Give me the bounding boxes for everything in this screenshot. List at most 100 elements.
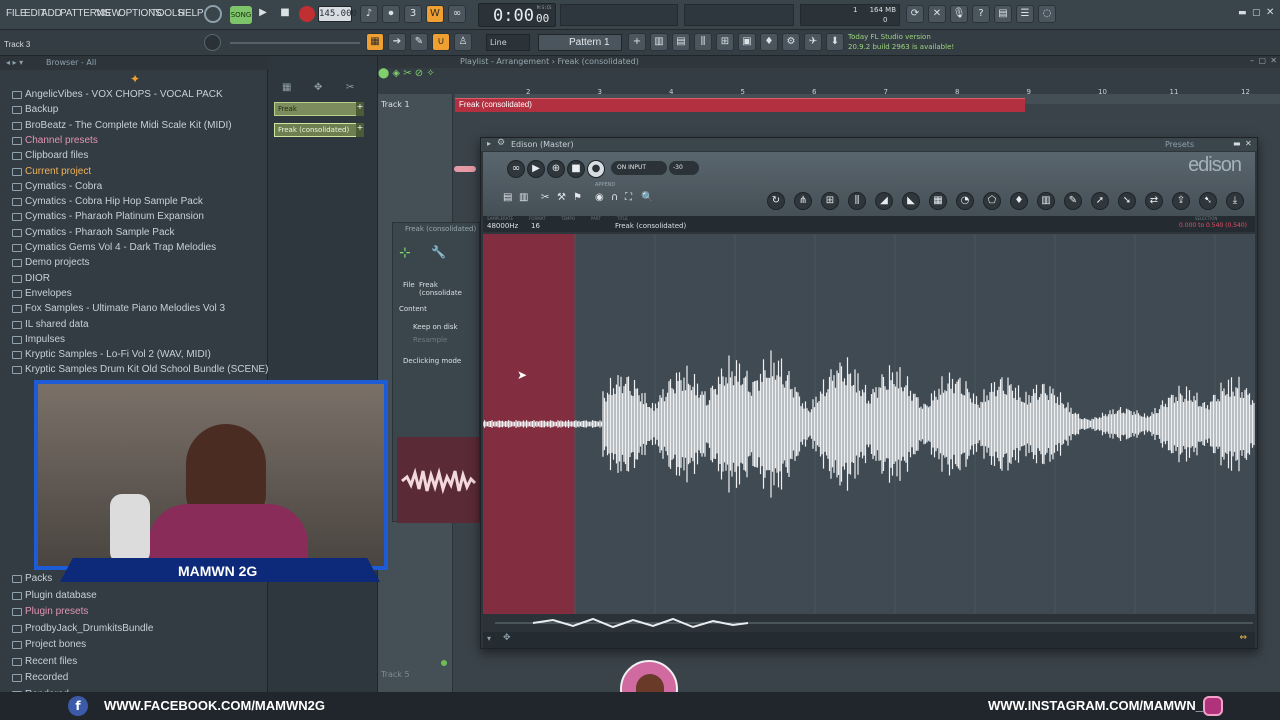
clip-add-icon[interactable]: +: [356, 102, 364, 116]
browser-item[interactable]: Plugin presets: [0, 605, 268, 620]
browser-item[interactable]: ProdbyJack_DrumkitsBundle: [0, 622, 268, 637]
plugin-picker-icon[interactable]: ♦: [760, 33, 778, 51]
microphone-icon[interactable]: 🎙: [950, 5, 968, 23]
browser-item[interactable]: Clipboard files: [0, 149, 268, 164]
playlist-maximize-icon[interactable]: ▢: [1258, 56, 1266, 65]
picker-scissor-icon[interactable]: ✂: [346, 82, 354, 93]
playlist-minimize-icon[interactable]: –: [1250, 56, 1254, 65]
expand-icon[interactable]: ⛶: [625, 192, 632, 203]
cursor-icon[interactable]: ➚: [1091, 192, 1109, 210]
track-5-label[interactable]: Track 5: [381, 670, 410, 679]
select-icon[interactable]: ➘: [1118, 192, 1136, 210]
export-icon[interactable]: ⇪: [1172, 192, 1190, 210]
picker-arrows-icon[interactable]: ✥: [314, 82, 322, 93]
browser-item[interactable]: Kryptic Samples - Lo-Fi Vol 2 (WAV, MIDI…: [0, 348, 268, 363]
envelope-tool-icon[interactable]: ⬠: [983, 192, 1001, 210]
playlist-tools[interactable]: ⬤ ◈ ✂ ⊘ ✧: [378, 68, 458, 92]
browser-star-icon[interactable]: ✦: [130, 72, 140, 86]
reverse-icon[interactable]: ↻: [767, 192, 785, 210]
drag-icon[interactable]: ➷: [1199, 192, 1217, 210]
edison-minimize-icon[interactable]: ▬: [1233, 139, 1241, 148]
browser-item[interactable]: Cymatics - Pharaoh Sample Pack: [0, 226, 268, 241]
save-icon[interactable]: ▤: [994, 5, 1012, 23]
threshold-db[interactable]: -30: [669, 161, 699, 175]
piano-roll-icon[interactable]: ▤: [672, 33, 690, 51]
browser-item[interactable]: Channel presets: [0, 134, 268, 149]
clip-freak[interactable]: Freak: [274, 102, 364, 116]
filename-value[interactable]: Freak (consolidated): [615, 222, 686, 230]
panic-icon[interactable]: ✕: [928, 5, 946, 23]
spectral-icon[interactable]: ▦: [929, 192, 947, 210]
save-sample-icon[interactable]: ▤: [503, 192, 512, 203]
window-maximize-icon[interactable]: ▢: [1252, 8, 1261, 18]
envelope-icon[interactable]: ⊹: [399, 245, 411, 261]
metronome-icon[interactable]: ♪: [360, 5, 378, 23]
browser-title[interactable]: Browser - All: [46, 58, 96, 67]
edison-gear-icon[interactable]: ⚙: [497, 138, 505, 148]
stamp-icon[interactable]: ♙: [454, 33, 472, 51]
send-icon[interactable]: ⤓: [1226, 192, 1244, 210]
master-pitch-slider[interactable]: [230, 42, 360, 44]
browser-item[interactable]: IL shared data: [0, 318, 268, 333]
news-panel[interactable]: Today FL Studio version 20.9.2 build 296…: [848, 32, 956, 54]
add-pattern-icon[interactable]: +: [628, 33, 646, 51]
browser-item[interactable]: DIOR: [0, 272, 268, 287]
playlist-icon[interactable]: ▥: [650, 33, 668, 51]
on-input-toggle[interactable]: ON INPUT: [611, 161, 667, 175]
blur-icon[interactable]: ▥: [1037, 192, 1055, 210]
edison-arrow-icon[interactable]: ▸: [487, 139, 491, 148]
edison-play-icon[interactable]: ▶: [527, 160, 545, 178]
step-seq-icon[interactable]: ▦: [366, 33, 384, 51]
browser-item[interactable]: Cymatics - Cobra: [0, 180, 268, 195]
zoom-icon[interactable]: 🔍: [641, 192, 653, 203]
swap-icon[interactable]: ⇄: [1145, 192, 1163, 210]
refresh-icon[interactable]: ⟳: [906, 5, 924, 23]
browser-item[interactable]: Recorded: [0, 671, 268, 686]
tempo-display[interactable]: 145.000: [318, 6, 357, 22]
arrow-icon[interactable]: ➔: [388, 33, 406, 51]
browser-item[interactable]: Project bones: [0, 638, 268, 653]
song-mode-button[interactable]: SONG: [230, 6, 252, 24]
fade-out-icon[interactable]: ◣: [902, 192, 920, 210]
play-button[interactable]: ▶: [254, 5, 272, 23]
tools-wrench-icon[interactable]: ⚒: [557, 192, 566, 203]
declicking-label[interactable]: Declicking mode: [403, 357, 461, 365]
append-toggle[interactable]: APPEND: [595, 182, 615, 188]
pen-icon[interactable]: ✎: [1064, 192, 1082, 210]
waveform-area[interactable]: ➤: [483, 234, 1255, 614]
browser-item[interactable]: Fox Samples - Ultimate Piano Melodies Vo…: [0, 302, 268, 317]
footer-swap-icon[interactable]: ⇔: [1239, 633, 1247, 643]
menu-add[interactable]: ADD: [41, 8, 62, 19]
eq-icon[interactable]: ⫼: [848, 192, 866, 210]
loop-region-icon[interactable]: ∩: [611, 192, 618, 203]
help-icon[interactable]: ?: [972, 5, 990, 23]
window-close-icon[interactable]: ✕: [1266, 7, 1274, 18]
browser-item[interactable]: Plugin database: [0, 589, 268, 604]
edison-record-icon[interactable]: ●: [587, 160, 605, 178]
edison-close-icon[interactable]: ✕: [1245, 139, 1252, 148]
align-icon[interactable]: ⊞: [821, 192, 839, 210]
browser-item[interactable]: Demo projects: [0, 256, 268, 271]
tempo-tapper-icon[interactable]: ✈: [804, 33, 822, 51]
track-5-led[interactable]: [441, 660, 447, 666]
mixer-icon[interactable]: ☰: [1016, 5, 1034, 23]
cut-icon[interactable]: ✂: [541, 192, 549, 203]
browser-item[interactable]: Backup: [0, 103, 268, 118]
browser-item[interactable]: Cymatics Gems Vol 4 - Dark Trap Melodies: [0, 241, 268, 256]
record-button[interactable]: [299, 6, 315, 22]
timer-icon[interactable]: ◔: [956, 192, 974, 210]
footer-move-icon[interactable]: ✥: [503, 633, 511, 643]
wait-input-icon[interactable]: ⏺: [382, 5, 400, 23]
browser-icon[interactable]: ▣: [738, 33, 756, 51]
tune-icon[interactable]: ⋔: [794, 192, 812, 210]
pencil-icon[interactable]: ✎: [410, 33, 428, 51]
playlist-close-icon[interactable]: ✕: [1270, 56, 1277, 65]
browser-item[interactable]: Cymatics - Cobra Hip Hop Sample Pack: [0, 195, 268, 210]
clip-fade-handle[interactable]: [454, 166, 476, 172]
mixer-window-icon[interactable]: ⫼: [694, 33, 712, 51]
file-value[interactable]: Freak (consolidate: [419, 281, 479, 297]
pat-song-knob[interactable]: [204, 5, 222, 23]
magnet-icon[interactable]: ∪: [432, 33, 450, 51]
listen-icon[interactable]: ◉: [595, 192, 604, 203]
chat-icon[interactable]: ◌: [1038, 5, 1056, 23]
